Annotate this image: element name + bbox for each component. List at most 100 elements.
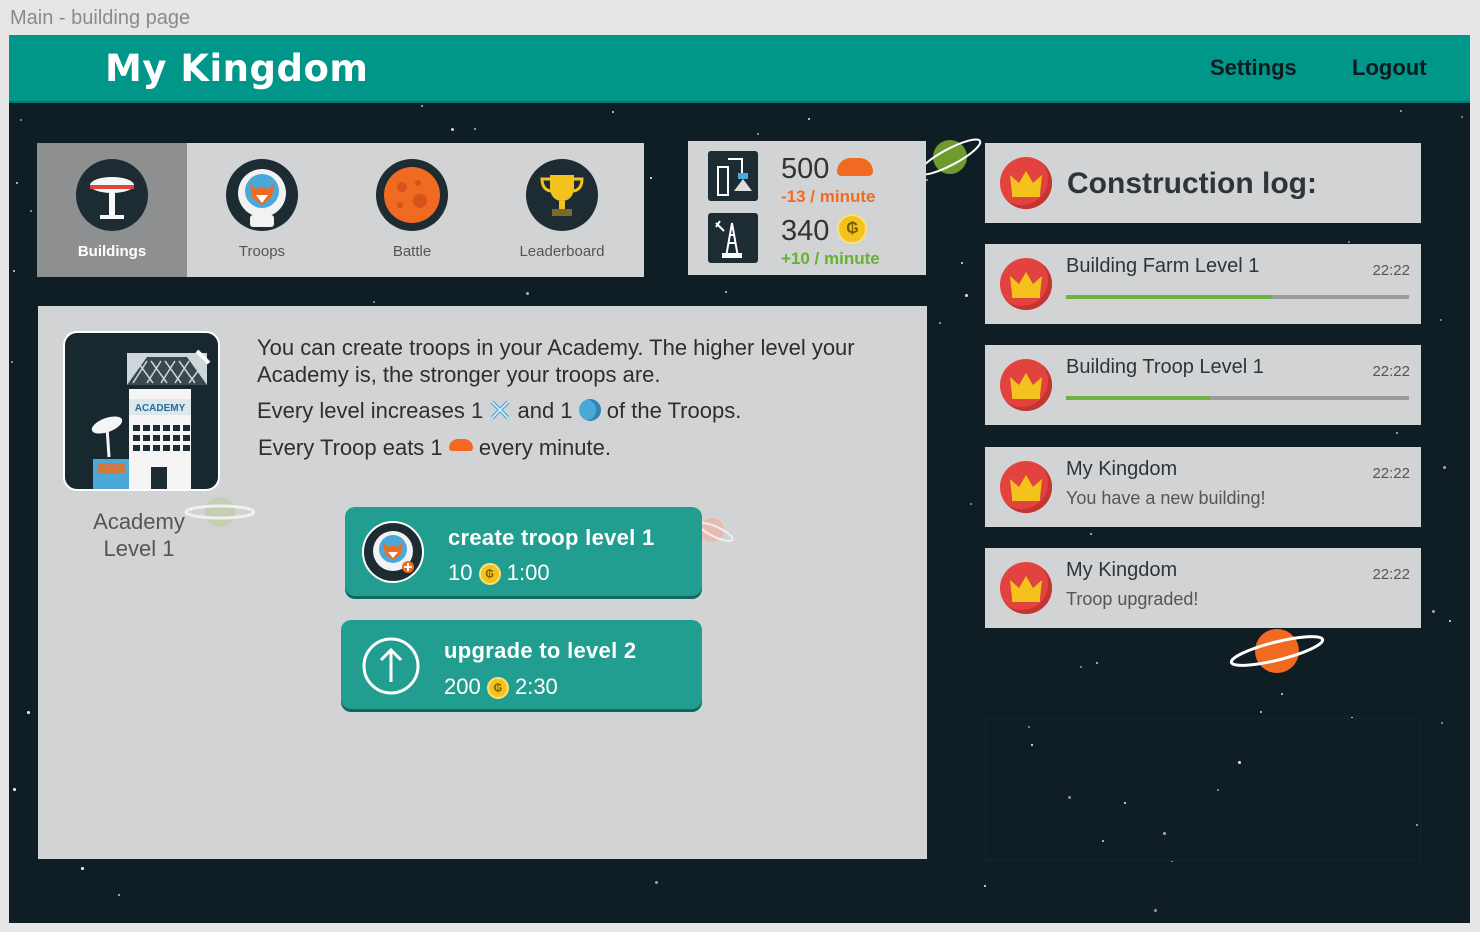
planet-pink-decoration: [698, 518, 734, 542]
trophy-icon: [526, 159, 598, 231]
star-decoration: [20, 119, 22, 121]
planet-orange-decoration: [1229, 629, 1325, 673]
tab-label: Leaderboard: [519, 243, 605, 260]
star-decoration: [1441, 722, 1443, 724]
coin-icon: ₲: [486, 677, 509, 700]
progress-fill: [1066, 295, 1272, 299]
log-item: Building Farm Level 1 22:22: [985, 244, 1421, 324]
star-decoration: [650, 177, 652, 179]
star-decoration: [965, 294, 968, 297]
food-rate: -13 / minute: [781, 187, 876, 206]
upgrade-title: upgrade to level 2: [444, 638, 637, 663]
planet-icon: [376, 159, 448, 231]
star-decoration: [757, 133, 759, 135]
create-troop-title: create troop level 1: [448, 525, 655, 550]
bread-icon: [837, 158, 874, 177]
log-item-title: My Kingdom: [1066, 458, 1178, 480]
upgrade-arrow-icon: [361, 636, 421, 696]
log-item-time: 22:22: [1372, 566, 1410, 583]
log-empty-area: [985, 718, 1421, 861]
star-decoration: [1443, 466, 1446, 469]
star-decoration: [1449, 620, 1451, 622]
log-item-time: 22:22: [1372, 363, 1410, 380]
frame-title: Main - building page: [10, 7, 191, 29]
log-item-title: Building Farm Level 1: [1066, 255, 1260, 277]
log-item-time: 22:22: [1372, 465, 1410, 482]
tab-leaderboard[interactable]: Leaderboard: [487, 143, 637, 277]
log-item: My Kingdom Troop upgraded! 22:22: [985, 548, 1421, 628]
defense-shield-icon: [578, 399, 601, 422]
brand-title: My Kingdom: [105, 47, 369, 90]
building-name: Academy Level 1: [93, 509, 185, 561]
log-item-title: Building Troop Level 1: [1066, 356, 1264, 378]
star-decoration: [30, 210, 32, 212]
star-decoration: [1461, 116, 1463, 118]
tab-battle[interactable]: Battle: [337, 143, 487, 277]
progress-fill: [1066, 396, 1211, 400]
building-description: You can create troops in your Academy. T…: [257, 335, 855, 387]
logout-link[interactable]: Logout: [1352, 55, 1427, 81]
star-decoration: [1260, 711, 1262, 713]
star-decoration: [961, 262, 963, 264]
settings-link[interactable]: Settings: [1210, 55, 1297, 81]
tab-label: Troops: [238, 243, 286, 260]
resources-panel: 500 -13 / minute 340 ₲ +10 / minute: [688, 141, 926, 275]
star-decoration: [1348, 241, 1350, 243]
gold-rate: +10 / minute: [781, 249, 880, 268]
log-item-message: Troop upgraded!: [1066, 589, 1199, 609]
coin-icon: ₲: [837, 214, 868, 245]
create-troop-cost: 10 ₲ 1:00: [448, 560, 550, 586]
star-decoration: [939, 322, 941, 324]
star-decoration: [1090, 533, 1092, 535]
star-decoration: [1080, 666, 1082, 668]
gold-amount: 340 ₲: [781, 214, 868, 248]
construction-log-header: Construction log:: [985, 143, 1421, 223]
tab-label: Battle: [392, 243, 432, 260]
farm-icon: [708, 151, 758, 201]
tab-buildings[interactable]: Buildings: [37, 143, 187, 277]
star-decoration: [27, 711, 30, 714]
star-decoration: [1400, 110, 1402, 112]
crown-icon: [1000, 562, 1052, 614]
app-header: My Kingdom Settings Logout: [9, 35, 1470, 103]
upgrade-building-button[interactable]: upgrade to level 2 200 ₲ 2:30: [341, 620, 702, 709]
bread-icon: [448, 439, 473, 452]
star-decoration: [1432, 610, 1435, 613]
star-decoration: [13, 270, 15, 272]
star-decoration: [1154, 909, 1157, 912]
log-item: Building Troop Level 1 22:22: [985, 345, 1421, 425]
academy-sign: ACADEMY: [134, 403, 186, 414]
astronaut-fox-icon: [226, 159, 298, 231]
star-decoration: [970, 503, 972, 505]
troop-upkeep-text: Every Troop eats 1 every minute.: [258, 435, 611, 460]
star-decoration: [655, 881, 658, 884]
create-troop-button[interactable]: create troop level 1 10 ₲ 1:00: [345, 507, 702, 596]
construction-progress-bar: [1066, 295, 1409, 299]
star-decoration: [474, 128, 476, 130]
star-decoration: [118, 894, 120, 896]
mine-icon: [708, 213, 758, 263]
star-decoration: [526, 292, 529, 295]
star-decoration: [984, 885, 986, 887]
star-decoration: [725, 291, 727, 293]
food-amount: 500: [781, 153, 874, 186]
construction-log-title: Construction log:: [1067, 167, 1317, 200]
star-decoration: [373, 301, 375, 303]
star-decoration: [81, 867, 84, 870]
academy-image: ACADEMY: [63, 331, 220, 491]
log-item-title: My Kingdom: [1066, 559, 1178, 581]
tab-label: Buildings: [77, 243, 147, 260]
tab-troops[interactable]: Troops: [187, 143, 337, 277]
log-item-message: You have a new building!: [1066, 488, 1266, 508]
log-item: My Kingdom You have a new building! 22:2…: [985, 447, 1421, 527]
app-canvas: My Kingdom Settings Logout Buildings Tro…: [9, 35, 1470, 923]
log-item-time: 22:22: [1372, 262, 1410, 279]
star-decoration: [1440, 319, 1442, 321]
upgrade-cost: 200 ₲ 2:30: [444, 674, 558, 700]
astronaut-fox-icon: [362, 521, 424, 583]
crown-icon: [1000, 258, 1052, 310]
star-decoration: [1281, 693, 1283, 695]
main-navigation: Buildings Troops Battle Leaderboard: [37, 143, 644, 277]
star-decoration: [421, 105, 423, 107]
building-detail-panel: ACADEMY Academy Level 1 You can create t…: [38, 306, 927, 859]
